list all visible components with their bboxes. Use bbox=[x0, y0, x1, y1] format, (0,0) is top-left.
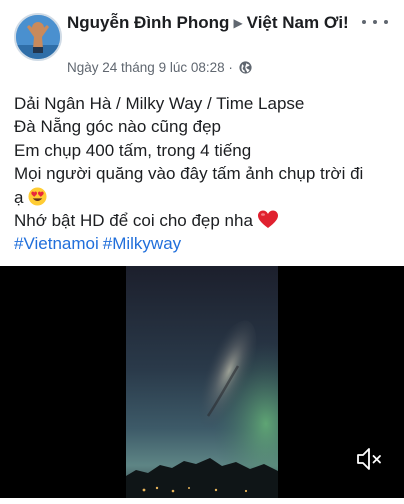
globe-icon bbox=[239, 61, 252, 79]
hashtags: #Vietnamoi #Milkyway bbox=[14, 232, 394, 255]
more-dot-icon bbox=[384, 20, 388, 24]
timestamp[interactable]: Ngày 24 tháng 9 lúc 08:28 bbox=[67, 60, 225, 75]
avatar[interactable] bbox=[14, 13, 62, 61]
separator-dot: · bbox=[228, 60, 233, 75]
more-options-button[interactable] bbox=[362, 16, 388, 28]
video-player[interactable] bbox=[0, 266, 404, 498]
text-line: Dải Ngân Hà / Milky Way / Time Lapse bbox=[14, 94, 305, 113]
arrow-right-icon: ▶ bbox=[233, 16, 243, 30]
post-meta: Ngày 24 tháng 9 lúc 08:28 · bbox=[67, 59, 252, 79]
text-line-emoji: Nhớ bật HD để coi cho đẹp nha bbox=[14, 209, 394, 232]
text-line: Đà Nẵng góc nào cũng đẹp bbox=[14, 117, 221, 137]
video-frame[interactable] bbox=[126, 266, 278, 498]
red-heart-emoji-icon bbox=[257, 210, 278, 229]
more-dot-icon bbox=[373, 20, 377, 24]
more-dot-icon bbox=[362, 20, 366, 24]
text-line: Mọi người quăng vào đây tấm ảnh chụp trờ… bbox=[14, 164, 364, 184]
heart-eyes-emoji-icon bbox=[28, 187, 47, 206]
text-line: Em chụp 400 tấm, trong 4 tiếng bbox=[14, 140, 252, 160]
hashtag-link[interactable]: #Milkyway bbox=[103, 234, 181, 253]
post-text: Dải Ngân Hà / Milky Way / Time Lapse Đà … bbox=[14, 92, 394, 256]
text-fragment: Nhớ bật HD để coi cho đẹp nha bbox=[14, 211, 253, 231]
post-header: Nguyễn Đình Phong ▶ Việt Nam Ơi! Ngày 24 t… bbox=[0, 0, 404, 90]
author-name[interactable]: Nguyễn Đình Phong bbox=[67, 13, 229, 32]
text-line-emoji: ạ bbox=[14, 186, 394, 209]
page-name[interactable]: Việt Nam Ơi! bbox=[247, 13, 349, 32]
speaker-muted-icon[interactable] bbox=[354, 445, 384, 473]
post-title: Nguyễn Đình Phong ▶ Việt Nam Ơi! bbox=[67, 12, 357, 35]
text-fragment: ạ bbox=[14, 187, 24, 207]
hashtag-link[interactable]: #Vietnamoi bbox=[14, 234, 99, 253]
